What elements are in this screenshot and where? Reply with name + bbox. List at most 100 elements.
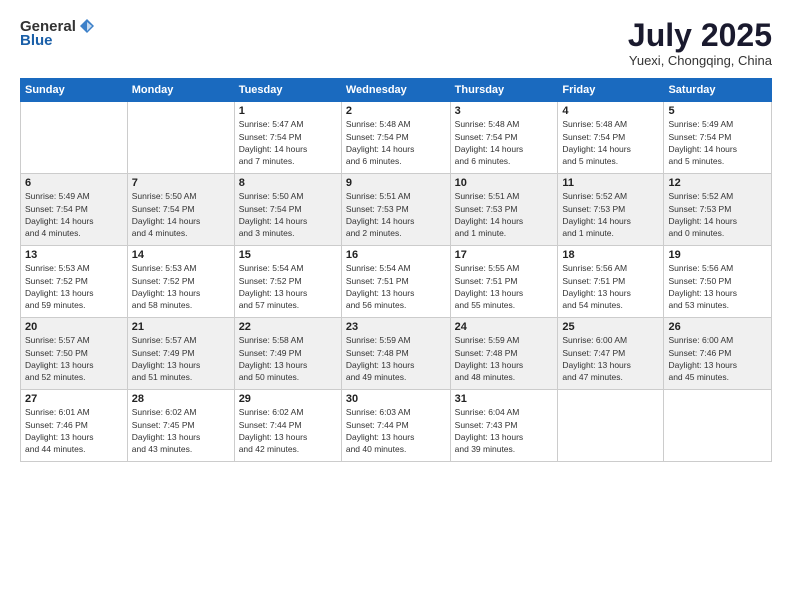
day-number: 23	[346, 321, 446, 333]
day-number: 24	[455, 321, 554, 333]
day-detail: Sunrise: 5:57 AM Sunset: 7:49 PM Dayligh…	[132, 334, 230, 383]
day-detail: Sunrise: 6:02 AM Sunset: 7:44 PM Dayligh…	[239, 406, 337, 455]
calendar-cell: 12Sunrise: 5:52 AM Sunset: 7:53 PM Dayli…	[664, 174, 772, 246]
calendar-cell: 6Sunrise: 5:49 AM Sunset: 7:54 PM Daylig…	[21, 174, 128, 246]
day-number: 3	[455, 105, 554, 117]
day-detail: Sunrise: 5:54 AM Sunset: 7:52 PM Dayligh…	[239, 262, 337, 311]
calendar-cell: 14Sunrise: 5:53 AM Sunset: 7:52 PM Dayli…	[127, 246, 234, 318]
weekday-header: Saturday	[664, 79, 772, 102]
day-detail: Sunrise: 6:02 AM Sunset: 7:45 PM Dayligh…	[132, 406, 230, 455]
day-number: 29	[239, 393, 337, 405]
day-number: 15	[239, 249, 337, 261]
header: General Blue July 2025 Yuexi, Chongqing,…	[20, 18, 772, 68]
day-number: 19	[668, 249, 767, 261]
day-number: 18	[562, 249, 659, 261]
day-number: 20	[25, 321, 123, 333]
day-number: 2	[346, 105, 446, 117]
calendar-cell: 5Sunrise: 5:49 AM Sunset: 7:54 PM Daylig…	[664, 102, 772, 174]
weekday-header-row: SundayMondayTuesdayWednesdayThursdayFrid…	[21, 79, 772, 102]
day-detail: Sunrise: 5:49 AM Sunset: 7:54 PM Dayligh…	[668, 118, 767, 167]
day-number: 6	[25, 177, 123, 189]
calendar-cell: 4Sunrise: 5:48 AM Sunset: 7:54 PM Daylig…	[558, 102, 664, 174]
day-number: 30	[346, 393, 446, 405]
day-detail: Sunrise: 6:04 AM Sunset: 7:43 PM Dayligh…	[455, 406, 554, 455]
calendar-cell	[21, 102, 128, 174]
day-detail: Sunrise: 5:48 AM Sunset: 7:54 PM Dayligh…	[346, 118, 446, 167]
day-number: 5	[668, 105, 767, 117]
weekday-header: Thursday	[450, 79, 558, 102]
logo-icon	[78, 17, 96, 35]
calendar-cell: 22Sunrise: 5:58 AM Sunset: 7:49 PM Dayli…	[234, 318, 341, 390]
weekday-header: Wednesday	[341, 79, 450, 102]
day-detail: Sunrise: 5:57 AM Sunset: 7:50 PM Dayligh…	[25, 334, 123, 383]
day-detail: Sunrise: 6:01 AM Sunset: 7:46 PM Dayligh…	[25, 406, 123, 455]
day-number: 27	[25, 393, 123, 405]
day-detail: Sunrise: 5:50 AM Sunset: 7:54 PM Dayligh…	[132, 190, 230, 239]
calendar-week-row: 20Sunrise: 5:57 AM Sunset: 7:50 PM Dayli…	[21, 318, 772, 390]
calendar-cell: 26Sunrise: 6:00 AM Sunset: 7:46 PM Dayli…	[664, 318, 772, 390]
calendar-cell: 10Sunrise: 5:51 AM Sunset: 7:53 PM Dayli…	[450, 174, 558, 246]
day-detail: Sunrise: 5:56 AM Sunset: 7:50 PM Dayligh…	[668, 262, 767, 311]
day-number: 14	[132, 249, 230, 261]
day-number: 26	[668, 321, 767, 333]
day-detail: Sunrise: 6:00 AM Sunset: 7:47 PM Dayligh…	[562, 334, 659, 383]
page: General Blue July 2025 Yuexi, Chongqing,…	[0, 0, 792, 612]
weekday-header: Sunday	[21, 79, 128, 102]
calendar-week-row: 13Sunrise: 5:53 AM Sunset: 7:52 PM Dayli…	[21, 246, 772, 318]
calendar-cell: 15Sunrise: 5:54 AM Sunset: 7:52 PM Dayli…	[234, 246, 341, 318]
day-detail: Sunrise: 6:00 AM Sunset: 7:46 PM Dayligh…	[668, 334, 767, 383]
day-detail: Sunrise: 5:53 AM Sunset: 7:52 PM Dayligh…	[132, 262, 230, 311]
day-number: 17	[455, 249, 554, 261]
calendar-cell: 30Sunrise: 6:03 AM Sunset: 7:44 PM Dayli…	[341, 390, 450, 462]
day-number: 1	[239, 105, 337, 117]
weekday-header: Monday	[127, 79, 234, 102]
calendar-cell: 27Sunrise: 6:01 AM Sunset: 7:46 PM Dayli…	[21, 390, 128, 462]
calendar-cell: 24Sunrise: 5:59 AM Sunset: 7:48 PM Dayli…	[450, 318, 558, 390]
calendar-week-row: 1Sunrise: 5:47 AM Sunset: 7:54 PM Daylig…	[21, 102, 772, 174]
day-number: 8	[239, 177, 337, 189]
day-number: 16	[346, 249, 446, 261]
calendar-cell: 20Sunrise: 5:57 AM Sunset: 7:50 PM Dayli…	[21, 318, 128, 390]
day-number: 4	[562, 105, 659, 117]
day-number: 7	[132, 177, 230, 189]
day-number: 28	[132, 393, 230, 405]
calendar-cell: 21Sunrise: 5:57 AM Sunset: 7:49 PM Dayli…	[127, 318, 234, 390]
calendar-cell	[558, 390, 664, 462]
day-detail: Sunrise: 5:56 AM Sunset: 7:51 PM Dayligh…	[562, 262, 659, 311]
day-detail: Sunrise: 5:49 AM Sunset: 7:54 PM Dayligh…	[25, 190, 123, 239]
day-detail: Sunrise: 5:53 AM Sunset: 7:52 PM Dayligh…	[25, 262, 123, 311]
calendar-cell: 28Sunrise: 6:02 AM Sunset: 7:45 PM Dayli…	[127, 390, 234, 462]
calendar-cell	[664, 390, 772, 462]
calendar-cell: 17Sunrise: 5:55 AM Sunset: 7:51 PM Dayli…	[450, 246, 558, 318]
day-number: 12	[668, 177, 767, 189]
day-number: 10	[455, 177, 554, 189]
day-detail: Sunrise: 5:47 AM Sunset: 7:54 PM Dayligh…	[239, 118, 337, 167]
day-detail: Sunrise: 5:59 AM Sunset: 7:48 PM Dayligh…	[346, 334, 446, 383]
day-detail: Sunrise: 5:51 AM Sunset: 7:53 PM Dayligh…	[346, 190, 446, 239]
day-detail: Sunrise: 5:48 AM Sunset: 7:54 PM Dayligh…	[562, 118, 659, 167]
calendar-cell: 25Sunrise: 6:00 AM Sunset: 7:47 PM Dayli…	[558, 318, 664, 390]
logo: General Blue	[20, 18, 96, 49]
calendar-cell: 13Sunrise: 5:53 AM Sunset: 7:52 PM Dayli…	[21, 246, 128, 318]
calendar-cell: 9Sunrise: 5:51 AM Sunset: 7:53 PM Daylig…	[341, 174, 450, 246]
calendar-cell: 2Sunrise: 5:48 AM Sunset: 7:54 PM Daylig…	[341, 102, 450, 174]
day-detail: Sunrise: 5:51 AM Sunset: 7:53 PM Dayligh…	[455, 190, 554, 239]
calendar-cell: 8Sunrise: 5:50 AM Sunset: 7:54 PM Daylig…	[234, 174, 341, 246]
calendar-cell: 31Sunrise: 6:04 AM Sunset: 7:43 PM Dayli…	[450, 390, 558, 462]
day-number: 13	[25, 249, 123, 261]
day-number: 22	[239, 321, 337, 333]
calendar-cell: 7Sunrise: 5:50 AM Sunset: 7:54 PM Daylig…	[127, 174, 234, 246]
day-number: 11	[562, 177, 659, 189]
calendar-cell: 1Sunrise: 5:47 AM Sunset: 7:54 PM Daylig…	[234, 102, 341, 174]
day-detail: Sunrise: 5:50 AM Sunset: 7:54 PM Dayligh…	[239, 190, 337, 239]
calendar-cell: 18Sunrise: 5:56 AM Sunset: 7:51 PM Dayli…	[558, 246, 664, 318]
calendar-cell: 29Sunrise: 6:02 AM Sunset: 7:44 PM Dayli…	[234, 390, 341, 462]
location: Yuexi, Chongqing, China	[628, 53, 772, 68]
day-number: 21	[132, 321, 230, 333]
title-block: July 2025 Yuexi, Chongqing, China	[628, 18, 772, 68]
day-number: 31	[455, 393, 554, 405]
calendar-table: SundayMondayTuesdayWednesdayThursdayFrid…	[20, 78, 772, 462]
weekday-header: Tuesday	[234, 79, 341, 102]
day-number: 25	[562, 321, 659, 333]
day-detail: Sunrise: 5:59 AM Sunset: 7:48 PM Dayligh…	[455, 334, 554, 383]
